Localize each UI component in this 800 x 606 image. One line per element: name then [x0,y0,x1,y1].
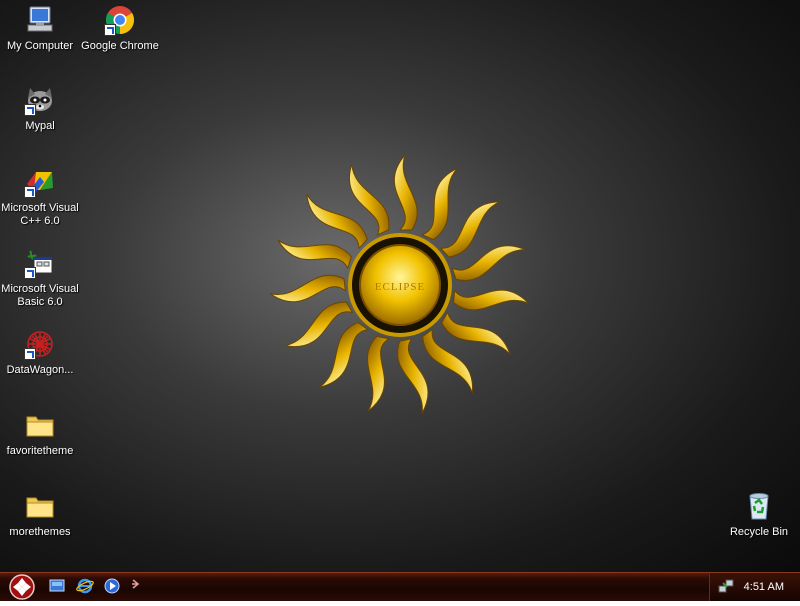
media-player-icon [104,578,120,594]
datawagon-icon [24,328,56,360]
folder-icon [24,490,56,522]
start-icon [9,574,35,600]
desktop-icon-datawagon[interactable]: DataWagon... [0,328,80,377]
desktop-icon-label: Microsoft Visual C++ 6.0 [1,202,79,227]
desktop-icon-label: Mypal [25,120,55,132]
desktop-icon-favoritetheme[interactable]: favoritetheme [0,409,80,458]
media-player-button[interactable] [103,577,121,595]
desktop-icon-label: My Computer [6,40,74,52]
shortcut-arrow-icon [24,348,36,360]
expand-arrow-icon [132,579,140,589]
visual-cpp-icon [24,166,56,198]
desktop-icon-label: DataWagon... [6,364,74,376]
desktop-icon-visual-basic[interactable]: Microsoft Visual Basic 6.0 [0,247,80,309]
shortcut-arrow-icon [24,267,36,279]
desktop-icon-label: favoritetheme [6,445,74,457]
desktop-icon-label: Recycle Bin [729,526,789,538]
eclipse-sun-wallpaper: ECLIPSE [269,154,530,414]
mypal-icon [24,84,56,116]
quick-launch-expand-button[interactable] [130,577,142,595]
folder-icon [24,409,56,441]
show-desktop-icon [49,579,65,592]
desktop[interactable]: ECLIPSE My Computer Google Chrome Mypal … [0,0,800,572]
desktop-icon-google-chrome[interactable]: Google Chrome [80,4,160,53]
internet-explorer-icon [76,578,94,594]
system-tray: 4:51 AM [709,573,800,601]
show-desktop-button[interactable] [48,577,66,595]
chrome-icon [104,4,136,36]
shortcut-arrow-icon [24,186,36,198]
shortcut-arrow-icon [104,24,116,36]
shortcut-arrow-icon [24,104,36,116]
eclipse-logo-text: ECLIPSE [375,281,425,293]
desktop-icon-visual-cpp[interactable]: Microsoft Visual C++ 6.0 [0,166,80,228]
internet-explorer-button[interactable] [76,577,94,595]
network-icon[interactable] [718,578,734,594]
taskbar: 4:51 AM [0,572,800,601]
desktop-icon-recycle-bin[interactable]: Recycle Bin [719,490,799,539]
recycle-bin-icon [743,490,775,522]
desktop-icon-label: Microsoft Visual Basic 6.0 [1,283,79,308]
visual-basic-icon [24,247,56,279]
desktop-icon-my-computer[interactable]: My Computer [0,4,80,53]
desktop-icon-label: morethemes [9,526,71,538]
desktop-icon-label: Google Chrome [81,40,159,52]
desktop-icon-morethemes[interactable]: morethemes [0,490,80,539]
clock[interactable]: 4:51 AM [744,581,784,593]
start-button[interactable] [4,573,38,601]
desktop-icon-mypal[interactable]: Mypal [0,84,80,133]
my-computer-icon [24,4,56,36]
